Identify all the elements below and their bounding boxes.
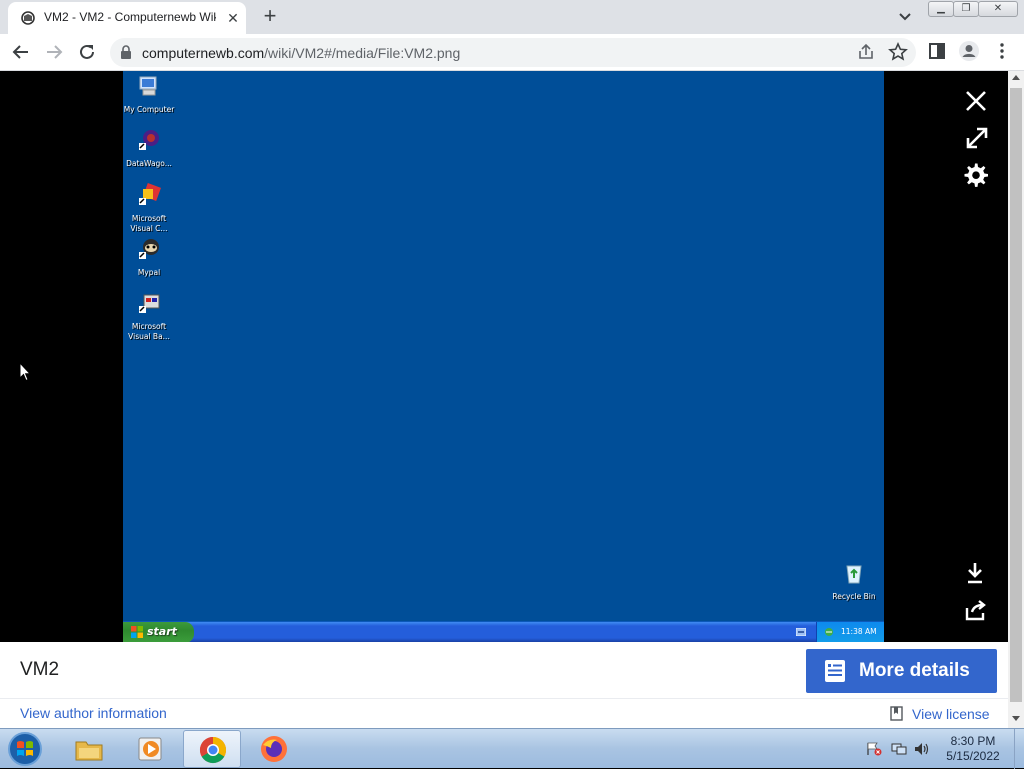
browser-tab[interactable]: VM2 - VM2 - Computernewb Wiki ✕ <box>8 2 246 34</box>
desktop-icon-label: DataWago... <box>126 159 172 168</box>
clock-time: 8:30 PM <box>950 734 996 748</box>
xp-taskbar: start 11:38 AM <box>123 621 884 642</box>
taskbar-chrome[interactable] <box>183 730 241 768</box>
desktop-icon-label: Microsoft Visual C... <box>130 214 168 233</box>
download-icon[interactable] <box>961 559 989 587</box>
forward-icon[interactable] <box>42 40 66 64</box>
lock-icon[interactable] <box>120 45 132 59</box>
taskbar-firefox[interactable] <box>245 730 303 768</box>
desktop-icon-my-computer: My Computer <box>123 74 177 115</box>
license-page-icon <box>890 706 903 721</box>
url-text: computernewb.com/wiki/VM2#/media/File:VM… <box>142 45 460 61</box>
window-close-button[interactable]: ✕ <box>978 1 1018 17</box>
url-host: computernewb.com <box>142 45 265 61</box>
desktop-icon-visual-c: Microsoft Visual C... <box>123 183 177 234</box>
computer-icon <box>139 76 157 96</box>
taskbar-media-player[interactable] <box>122 730 180 768</box>
xp-system-tray: 11:38 AM <box>816 622 884 642</box>
scroll-up-arrow-icon[interactable] <box>1012 75 1020 80</box>
action-center-flag-icon[interactable] <box>866 742 882 756</box>
xp-language-bar-icon <box>796 628 806 636</box>
visual-c-icon <box>139 183 161 205</box>
desktop-icon-label: My Computer <box>123 105 175 114</box>
volume-icon[interactable] <box>914 742 930 756</box>
firefox-icon <box>261 736 287 762</box>
network-icon[interactable] <box>891 742 907 756</box>
bookmark-star-icon[interactable] <box>887 41 909 63</box>
tab-search-chevron-icon[interactable] <box>896 8 914 26</box>
reload-icon[interactable] <box>75 40 99 64</box>
more-details-button[interactable]: More details <box>806 649 997 693</box>
desktop-icon-label: Mypal <box>137 268 161 277</box>
desktop-icon-visual-basic: Microsoft Visual Ba... <box>123 291 177 342</box>
address-bar[interactable]: computernewb.com/wiki/VM2#/media/File:VM… <box>110 38 916 67</box>
file-title: VM2 <box>20 659 60 680</box>
page-scrollbar[interactable] <box>1008 71 1024 728</box>
gear-icon[interactable] <box>962 161 990 189</box>
more-details-label: More details <box>859 660 970 681</box>
side-panel-icon[interactable] <box>926 40 948 62</box>
xp-clock: 11:38 AM <box>841 627 877 636</box>
chrome-icon <box>199 736 227 764</box>
scroll-down-arrow-icon[interactable] <box>1012 716 1020 721</box>
desktop-icon-recycle-bin: Recycle Bin <box>826 561 882 602</box>
taskbar-file-explorer[interactable] <box>60 730 118 768</box>
show-desktop-button[interactable] <box>1014 729 1024 769</box>
datawago-icon <box>139 130 159 150</box>
desktop-icon-datawago: DataWago... <box>123 128 177 169</box>
url-path: /wiki/VM2#/media/File:VM2.png <box>264 45 461 61</box>
taskbar-clock[interactable]: 8:30 PM 5/15/2022 <box>942 734 1004 764</box>
site-favicon-icon <box>21 11 35 25</box>
view-license-label: View license <box>912 706 990 722</box>
desktop-icon-label: Microsoft Visual Ba... <box>128 322 170 341</box>
browser-menu-icon[interactable] <box>991 40 1013 62</box>
fullscreen-icon[interactable] <box>963 124 991 152</box>
profile-avatar-icon[interactable] <box>958 40 980 62</box>
back-icon[interactable] <box>9 40 33 64</box>
share-icon[interactable] <box>962 596 990 624</box>
vm-screenshot-image: My Computer DataWago... Microsoft Visual… <box>123 71 884 642</box>
xp-start-label: start <box>147 625 177 638</box>
caption-divider <box>0 698 1008 699</box>
new-tab-button[interactable]: + <box>258 5 282 29</box>
browser-toolbar: computernewb.com/wiki/VM2#/media/File:VM… <box>0 34 1024 71</box>
windows-taskbar: 8:30 PM 5/15/2022 <box>0 728 1024 769</box>
desktop-icon-label: Recycle Bin <box>832 592 876 601</box>
visual-basic-icon <box>139 294 160 313</box>
recycle-bin-icon <box>846 565 862 584</box>
file-explorer-icon <box>75 741 103 761</box>
close-viewer-icon[interactable] <box>962 87 990 115</box>
document-list-icon <box>825 660 845 682</box>
minimize-button[interactable]: ▁ <box>928 1 954 17</box>
view-license-link[interactable]: View license <box>890 706 990 722</box>
xp-network-icon <box>825 628 833 636</box>
view-author-link[interactable]: View author information <box>20 705 167 721</box>
xp-start-button: start <box>123 622 194 642</box>
browser-tab-strip: VM2 - VM2 - Computernewb Wiki ✕ + ▁ ❐ ✕ <box>0 0 1024 34</box>
desktop-icon-mypal: Mypal <box>123 237 177 278</box>
windows-xp-flag-icon <box>131 626 143 638</box>
media-player-icon <box>138 737 162 761</box>
maximize-button[interactable]: ❐ <box>953 1 979 17</box>
clock-date: 5/15/2022 <box>946 749 1000 763</box>
scroll-thumb[interactable] <box>1010 88 1022 702</box>
share-icon[interactable] <box>855 41 877 63</box>
media-caption-bar: VM2 More details View author information… <box>0 642 1008 728</box>
tab-title: VM2 - VM2 - Computernewb Wiki <box>44 10 216 24</box>
media-viewer: My Computer DataWago... Microsoft Visual… <box>0 71 1008 642</box>
windows-start-orb-icon[interactable] <box>5 730 45 768</box>
mypal-icon <box>139 239 159 259</box>
tab-close-icon[interactable]: ✕ <box>224 9 242 27</box>
mouse-cursor-icon <box>19 362 31 382</box>
